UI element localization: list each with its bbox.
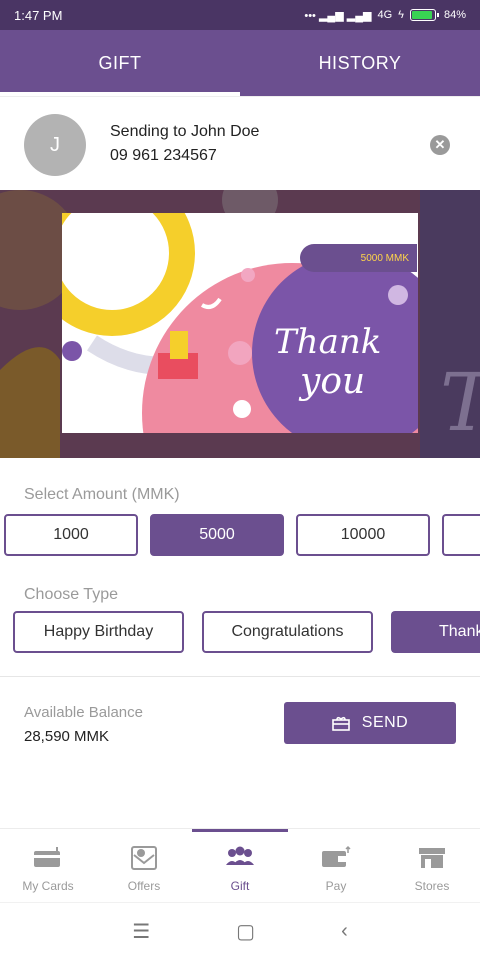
home-icon[interactable]: ▢: [236, 919, 255, 944]
amount-option-1000[interactable]: 1000: [4, 514, 138, 556]
divider: [0, 676, 480, 677]
amount-option-more[interactable]: [442, 514, 480, 556]
bottom-nav: My Cards Offers Gift Pay Stores: [0, 828, 480, 902]
nav-my-cards[interactable]: My Cards: [0, 829, 96, 902]
nav-gift-label: Gift: [230, 879, 250, 893]
type-option-congratulations[interactable]: Congratulations: [202, 611, 373, 653]
back-icon[interactable]: ‹: [341, 920, 348, 943]
battery-icon: [409, 9, 439, 21]
amount-option-5000[interactable]: 5000: [150, 514, 284, 556]
offers-icon: [131, 846, 157, 870]
recipient-name: Sending to John Doe: [110, 123, 260, 140]
cards-icon: [34, 847, 60, 867]
choose-type-label: Choose Type: [24, 586, 118, 603]
avatar: J: [24, 114, 86, 176]
gift-group-icon: [226, 846, 254, 865]
nav-my-cards-label: My Cards: [22, 879, 74, 893]
recipient-card: J Sending to John Doe 09 961 234567 ✕: [0, 96, 480, 190]
amount-option-10000[interactable]: 10000: [296, 514, 430, 556]
available-balance-label: Available Balance: [24, 704, 143, 721]
card-text-line1: Thank: [274, 322, 381, 362]
nav-pay-label: Pay: [325, 879, 347, 893]
card-text-line2: you: [298, 361, 365, 402]
recipient-phone: 09 961 234567: [110, 147, 217, 164]
nav-offers[interactable]: Offers: [96, 829, 192, 902]
send-button-label: SEND: [361, 714, 409, 731]
close-icon[interactable]: ✕: [430, 135, 450, 155]
gift-icon: [331, 716, 350, 731]
type-option-happy-birthday[interactable]: Happy Birthday: [13, 611, 184, 653]
nav-pay[interactable]: Pay: [288, 829, 384, 902]
nav-gift[interactable]: Gift: [192, 829, 288, 902]
send-button[interactable]: SEND: [284, 702, 456, 744]
tab-gift[interactable]: GIFT: [0, 30, 240, 96]
store-icon: [419, 848, 445, 868]
nav-offers-label: Offers: [127, 879, 161, 893]
tab-history[interactable]: HISTORY: [240, 30, 480, 96]
status-time: 1:47 PM: [14, 7, 63, 23]
wallet-icon: [322, 845, 351, 867]
top-tabs: GIFT HISTORY: [0, 30, 480, 96]
signal-icon: ••• ▂▄▆ ▂▄▆: [304, 9, 372, 22]
network-label: 4G: [377, 9, 393, 21]
nav-stores[interactable]: Stores: [384, 829, 480, 902]
status-bar: 1:47 PM ••• ▂▄▆ ▂▄▆ 4G ϟ 84%: [0, 0, 480, 30]
nav-stores-label: Stores: [414, 879, 450, 893]
available-balance-value: 28,590 MMK: [24, 728, 110, 745]
select-amount-label: Select Amount (MMK): [24, 486, 180, 503]
battery-percent: 84%: [443, 9, 466, 21]
gift-card-banner: Th Thank you 5000 MMK: [0, 190, 480, 458]
svg-text:Th: Th: [440, 356, 480, 449]
system-nav-bar: ☰ ▢ ‹: [0, 902, 480, 960]
amount-tag: 5000 MMK: [300, 244, 417, 272]
type-option-thank-you[interactable]: Thank: [391, 611, 480, 653]
charging-icon: ϟ: [398, 9, 404, 21]
status-icons: ••• ▂▄▆ ▂▄▆ 4G ϟ 84%: [304, 9, 466, 22]
menu-icon[interactable]: ☰: [132, 919, 150, 944]
